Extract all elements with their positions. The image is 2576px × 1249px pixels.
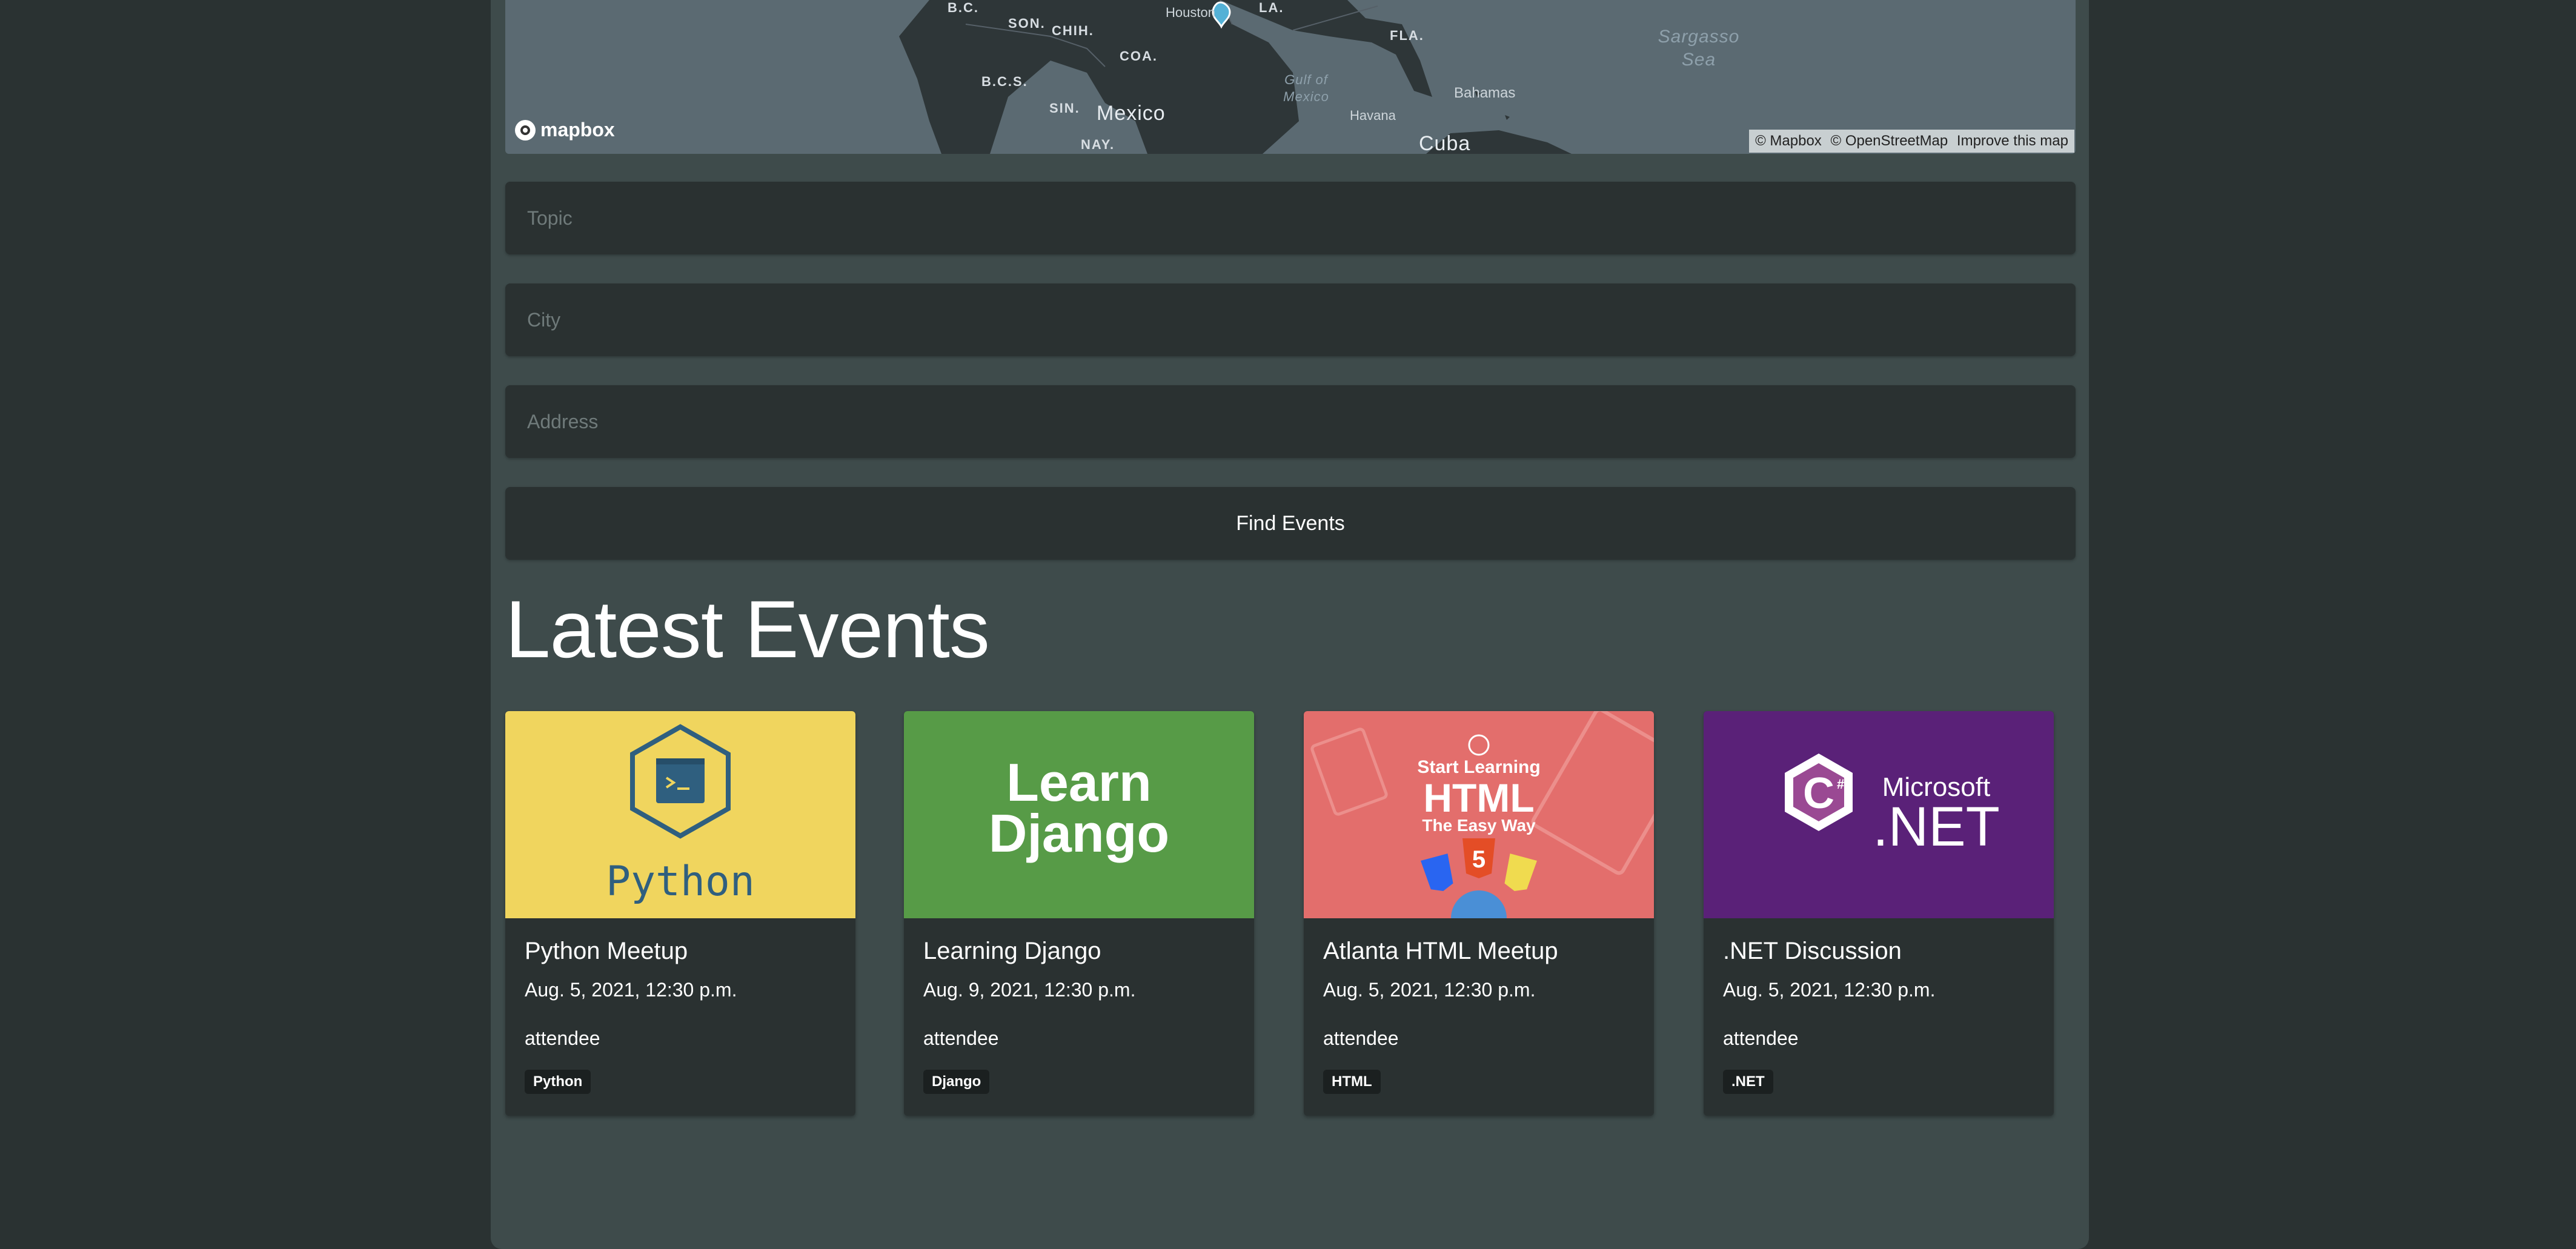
address-input[interactable] — [526, 409, 2055, 434]
event-title[interactable]: Learning Django — [923, 938, 1101, 965]
map-label-cuba: Cuba — [1419, 132, 1471, 154]
mapbox-logo-icon — [515, 119, 536, 141]
event-date: Aug. 5, 2021, 12:30 p.m. — [525, 979, 737, 1001]
latest-events-heading: Latest Events — [505, 585, 990, 675]
topic-input[interactable] — [526, 206, 2055, 230]
attribution-osm-link[interactable]: © OpenStreetMap — [1830, 133, 1948, 149]
event-tag-badge[interactable]: Django — [923, 1070, 990, 1094]
city-input[interactable] — [526, 308, 2055, 332]
svg-text:C: C — [1803, 769, 1834, 818]
map-label-bcs: B.C.S. — [981, 74, 1028, 89]
map-label-mexico: Mexico — [1097, 102, 1166, 125]
map-label-bahamas: Bahamas — [1454, 85, 1516, 101]
main-container: B.C. SON. CHIH. Houston LA. FLA. COA. B.… — [491, 0, 2089, 1249]
topic-field — [505, 182, 2076, 254]
html-thumbnail: Start Learning HTML The Easy Way 5 — [1304, 711, 1654, 918]
map-label-la: LA. — [1259, 0, 1284, 15]
map-label-houston: Houston — [1166, 5, 1215, 20]
event-date: Aug. 5, 2021, 12:30 p.m. — [1723, 979, 1936, 1001]
map-label-nay: NAY. — [1081, 137, 1115, 152]
django-thumbnail: Learn Django — [904, 711, 1254, 918]
event-tag-badge[interactable]: Python — [525, 1070, 591, 1094]
event-card-atlanta-html-meetup[interactable]: Start Learning HTML The Easy Way 5 Atlan… — [1304, 711, 1654, 1116]
event-role: attendee — [1723, 1027, 1799, 1049]
city-field — [505, 283, 2076, 356]
map-label-havana: Havana — [1350, 108, 1396, 123]
attribution-mapbox-link[interactable]: © Mapbox — [1755, 133, 1822, 149]
event-date: Aug. 9, 2021, 12:30 p.m. — [923, 979, 1136, 1001]
svg-text:#: # — [1837, 777, 1844, 792]
event-date: Aug. 5, 2021, 12:30 p.m. — [1323, 979, 1536, 1001]
mapbox-logo[interactable]: mapbox — [515, 119, 615, 141]
event-tag-badge[interactable]: HTML — [1323, 1070, 1381, 1094]
svg-text:5: 5 — [1472, 846, 1486, 873]
map-label-gulf: Gulf of Mexico — [1283, 72, 1329, 104]
map-label-bc: B.C. — [948, 0, 979, 15]
find-events-button[interactable]: Find Events — [505, 487, 2076, 560]
html-thumb-text-3: The Easy Way — [1422, 816, 1536, 835]
event-role: attendee — [525, 1027, 600, 1049]
map-attribution: © Mapbox © OpenStreetMap Improve this ma… — [1749, 130, 2074, 153]
event-title[interactable]: Python Meetup — [525, 938, 688, 965]
python-thumb-text: Python — [606, 858, 755, 906]
python-thumbnail: Python — [505, 711, 855, 918]
html-thumb-text-1: Start Learning — [1417, 757, 1540, 777]
map-label-fla: FLA. — [1390, 28, 1424, 43]
event-role: attendee — [923, 1027, 999, 1049]
event-map[interactable]: B.C. SON. CHIH. Houston LA. FLA. COA. B.… — [505, 0, 2076, 154]
event-card-python-meetup[interactable]: Python Python Meetup Aug. 5, 2021, 12:30… — [505, 711, 855, 1116]
address-field — [505, 385, 2076, 458]
mapbox-logo-text: mapbox — [540, 119, 615, 141]
map-label-son: SON. — [1008, 16, 1046, 31]
html-thumb-text-2: HTML — [1423, 775, 1534, 820]
event-card-net-discussion[interactable]: C # Microsoft .NET .NET Discussion Aug. … — [1704, 711, 2054, 1116]
event-title[interactable]: Atlanta HTML Meetup — [1323, 938, 1558, 965]
event-tag-badge[interactable]: .NET — [1723, 1070, 1773, 1094]
dotnet-thumbnail: C # Microsoft .NET — [1704, 711, 2054, 918]
map-label-chih: CHIH. — [1052, 23, 1094, 38]
django-thumb-text-2: Django — [989, 803, 1169, 863]
attribution-improve-link[interactable]: Improve this map — [1957, 133, 2068, 149]
event-card-learning-django[interactable]: Learn Django Learning Django Aug. 9, 202… — [904, 711, 1254, 1116]
map-label-coa: COA. — [1120, 48, 1158, 64]
event-title[interactable]: .NET Discussion — [1723, 938, 1902, 965]
event-role: attendee — [1323, 1027, 1399, 1049]
map-label-sin: SIN. — [1049, 101, 1080, 116]
map-label-sargasso: Sargasso Sea — [1658, 27, 1740, 70]
dotnet-thumb-text-2: .NET — [1873, 796, 2000, 858]
